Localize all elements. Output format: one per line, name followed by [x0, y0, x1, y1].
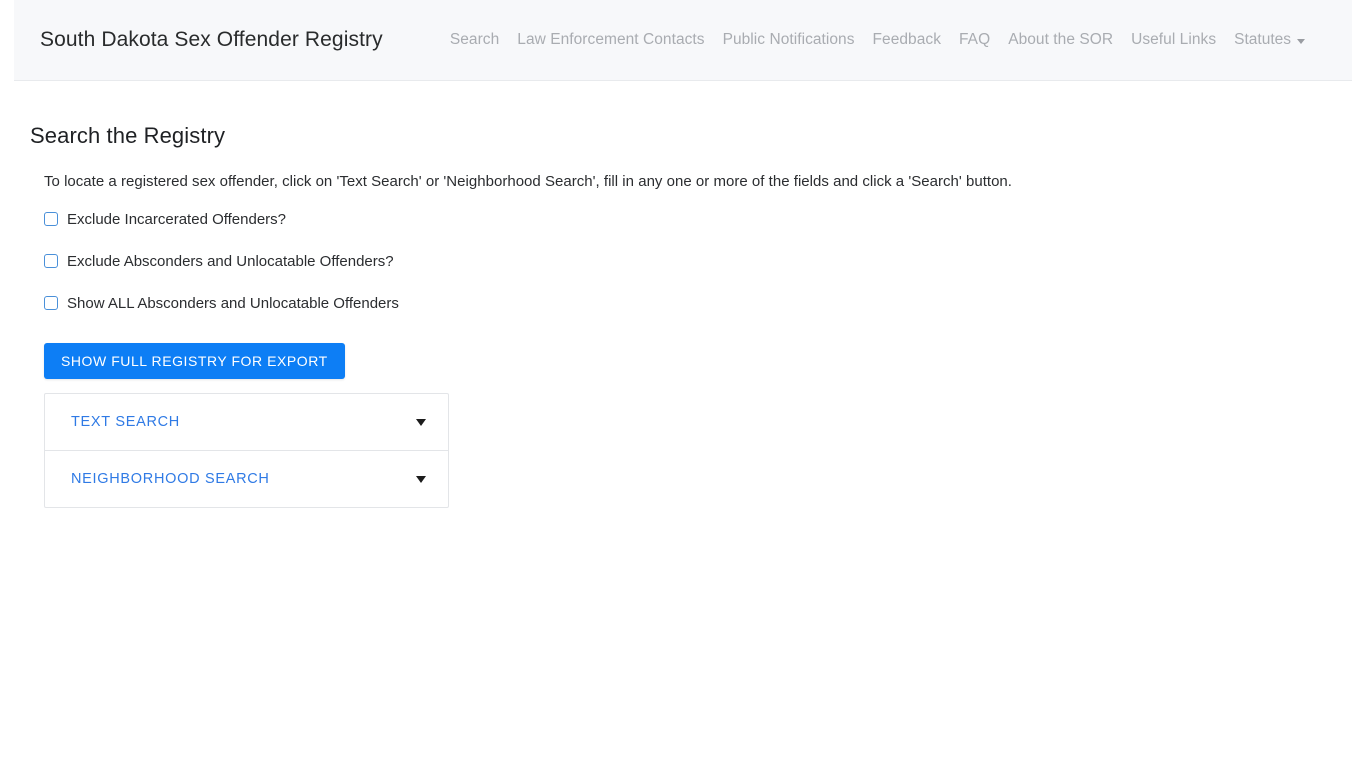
show-full-registry-for-export-button[interactable]: SHOW FULL REGISTRY FOR EXPORT	[44, 343, 345, 379]
nav-item-statutes-label: Statutes	[1234, 31, 1291, 48]
checkbox-label-exclude-absconders: Exclude Absconders and Unlocatable Offen…	[67, 252, 394, 270]
accordion-item-neighborhood-search: NEIGHBORHOOD SEARCH	[45, 451, 448, 507]
search-accordion: TEXT SEARCH NEIGHBORHOOD SEARCH	[44, 393, 449, 508]
nav-item-law-enforcement-contacts[interactable]: Law Enforcement Contacts	[508, 27, 713, 53]
page-title: Search the Registry	[30, 123, 226, 148]
brand-title: South Dakota Sex Offender Registry	[40, 28, 383, 51]
nav-item-search[interactable]: Search	[441, 27, 508, 53]
caret-down-icon	[1297, 38, 1305, 44]
nav-item-feedback[interactable]: Feedback	[864, 27, 950, 53]
intro-text: To locate a registered sex offender, cli…	[44, 173, 1012, 190]
accordion-header-neighborhood-search[interactable]: NEIGHBORHOOD SEARCH	[45, 451, 448, 507]
checkbox-label-exclude-incarcerated: Exclude Incarcerated Offenders?	[67, 210, 287, 228]
main-navigation: Search Law Enforcement Contacts Public N…	[441, 27, 1314, 53]
checkbox-label-show-all-absconders: Show ALL Absconders and Unlocatable Offe…	[67, 294, 399, 312]
accordion-label-text-search: TEXT SEARCH	[71, 414, 180, 430]
caret-down-icon[interactable]	[416, 418, 426, 426]
nav-item-statutes-dropdown[interactable]: Statutes	[1225, 27, 1314, 53]
nav-item-faq[interactable]: FAQ	[950, 27, 999, 53]
nav-item-public-notifications[interactable]: Public Notifications	[714, 27, 864, 53]
checkbox-exclude-absconders[interactable]	[44, 254, 58, 268]
nav-item-useful-links[interactable]: Useful Links	[1122, 27, 1225, 53]
checkbox-exclude-incarcerated[interactable]	[44, 212, 58, 226]
checkbox-show-all-absconders[interactable]	[44, 296, 58, 310]
checkbox-row-show-all-absconders[interactable]: Show ALL Absconders and Unlocatable Offe…	[44, 292, 1366, 314]
caret-down-icon[interactable]	[416, 475, 426, 483]
site-header: South Dakota Sex Offender Registry Searc…	[14, 0, 1352, 81]
checkbox-row-exclude-incarcerated[interactable]: Exclude Incarcerated Offenders?	[44, 208, 1366, 230]
accordion-header-text-search[interactable]: TEXT SEARCH	[45, 394, 448, 450]
filter-checkbox-group: Exclude Incarcerated Offenders? Exclude …	[0, 190, 1366, 314]
nav-item-about-the-sor[interactable]: About the SOR	[999, 27, 1122, 53]
accordion-item-text-search: TEXT SEARCH	[45, 394, 448, 451]
main-content: Search the Registry To locate a register…	[0, 81, 1366, 508]
accordion-label-neighborhood-search: NEIGHBORHOOD SEARCH	[71, 471, 270, 487]
checkbox-row-exclude-absconders[interactable]: Exclude Absconders and Unlocatable Offen…	[44, 250, 1366, 272]
